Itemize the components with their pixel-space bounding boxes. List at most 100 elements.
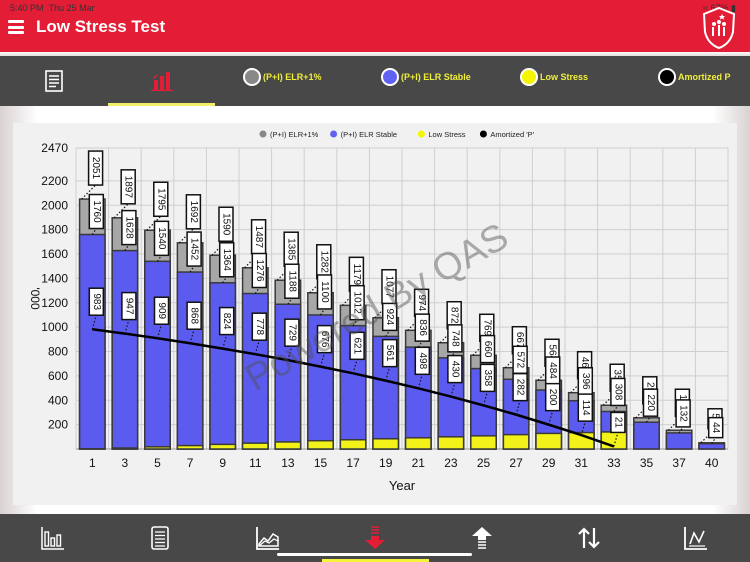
x-tick-label: 21 (412, 456, 426, 470)
x-tick-label: 7 (187, 456, 194, 470)
data-label-elr-stable: 484 (547, 362, 558, 379)
data-label-elr-stable: 1364 (221, 249, 232, 272)
legend-label-elr-stable: (P+I) ELR Stable (401, 72, 471, 82)
data-label-amortized: 358 (482, 370, 493, 387)
arrow-up-icon (472, 527, 492, 549)
data-label-elr-stable: 660 (482, 341, 493, 358)
bar-elr-stable (144, 260, 171, 450)
bar-low-stress (339, 438, 367, 450)
data-label-amortized: 21 (612, 417, 623, 429)
bar-elr-stable (78, 233, 106, 450)
legend-label-low-stress: Low Stress (540, 72, 589, 82)
nav-area-chart[interactable] (248, 520, 288, 556)
data-label-amortized: 498 (417, 352, 428, 369)
tab-report[interactable] (0, 56, 108, 106)
data-label-amortized: 282 (515, 379, 526, 396)
legend-marker (330, 130, 338, 138)
x-tick-label: 19 (379, 456, 393, 470)
arrow-down-icon (365, 526, 385, 549)
bar-low-stress (470, 435, 497, 450)
legend-text: (P+I) ELR+1% (270, 130, 319, 139)
nav-download[interactable] (355, 520, 395, 556)
legend-toggle-elr-plus[interactable]: (P+I) ELR+1% (243, 68, 322, 86)
x-tick-label: 33 (607, 456, 621, 470)
data-label-elr-plus: 872 (449, 307, 460, 324)
legend-toggle-low-stress[interactable]: Low Stress (520, 68, 588, 86)
x-tick-label: 29 (542, 456, 556, 470)
bar-low-stress (209, 443, 237, 450)
data-label-amortized: 778 (254, 318, 265, 335)
data-label-elr-plus: 1795 (155, 188, 166, 211)
x-tick-label: 37 (672, 456, 686, 470)
area-chart-icon (256, 527, 279, 550)
x-tick-label: 17 (346, 456, 360, 470)
bar-low-stress (404, 437, 432, 450)
bar-elr-stable (176, 271, 204, 450)
bar-low-stress (111, 447, 139, 450)
x-tick-label: 13 (281, 456, 295, 470)
nav-bar-chart[interactable] (33, 520, 73, 556)
document-icon (45, 70, 63, 92)
y-tick-label: 800 (48, 345, 68, 359)
x-axis-title: Year (389, 478, 416, 493)
data-label-amortized: 868 (189, 307, 200, 324)
data-label-amortized: 909 (156, 302, 167, 319)
data-label-elr-stable: 1540 (156, 227, 167, 250)
data-label-elr-plus: 1385 (286, 238, 297, 261)
data-label-elr-stable: 132 (678, 405, 689, 422)
data-label-elr-plus: 769 (481, 319, 492, 336)
data-label-elr-plus: 1282 (318, 251, 329, 274)
data-label-elr-stable: 1188 (286, 270, 297, 292)
data-label-elr-plus: 1897 (123, 176, 134, 199)
data-label-elr-plus: 1487 (253, 226, 264, 249)
bar-low-stress (176, 444, 204, 450)
nav-upload[interactable] (462, 520, 502, 556)
bar-low-stress (502, 433, 530, 450)
x-tick-label: 5 (154, 456, 161, 470)
hamburger-icon[interactable] (8, 20, 24, 34)
line-chart-icon (684, 527, 707, 550)
swap-vertical-icon (578, 527, 600, 549)
data-label-elr-stable: 1100 (319, 281, 330, 303)
legend-toggle-elr-stable[interactable]: (P+I) ELR Stable (381, 68, 471, 86)
x-tick-label: 25 (477, 456, 491, 470)
y-tick-label: 2470 (41, 141, 68, 155)
tab-chart[interactable] (108, 56, 215, 106)
x-tick-label: 35 (640, 456, 654, 470)
data-label-amortized: 200 (547, 389, 558, 406)
legend-toggle-amortized[interactable]: Amortized P (658, 68, 731, 86)
bar-elr-stable (633, 421, 660, 450)
data-label-amortized: 114 (580, 400, 591, 416)
nav-line-chart[interactable] (676, 520, 716, 556)
x-tick-label: 31 (575, 456, 589, 470)
home-indicator (277, 553, 472, 556)
legend-dot-gray (243, 68, 261, 86)
bar-low-stress (144, 446, 171, 450)
y-tick-label: 600 (48, 369, 68, 383)
data-label-elr-stable: 44 (710, 422, 721, 434)
nav-swap[interactable] (569, 520, 609, 556)
data-label-elr-stable: 308 (612, 384, 623, 401)
legend-marker (417, 130, 425, 138)
x-tick-label: 15 (314, 456, 328, 470)
bar-elr-stable (111, 249, 139, 450)
data-label-amortized: 983 (91, 293, 102, 310)
y-axis-title: '000 (28, 287, 42, 310)
nav-report[interactable] (140, 520, 180, 556)
y-tick-label: 1000 (41, 320, 68, 334)
y-tick-label: 2000 (41, 198, 68, 212)
legend-dot-yellow (520, 68, 538, 86)
data-label-amortized: 561 (384, 345, 395, 362)
page-title: Low Stress Test (36, 17, 166, 36)
y-tick-label: 1600 (41, 247, 68, 261)
top-tabbar: (P+I) ELR+1% (P+I) ELR Stable Low Stress… (0, 56, 750, 106)
document-icon (151, 526, 169, 550)
x-tick-label: 9 (219, 456, 226, 470)
data-label-elr-stable: 220 (645, 394, 656, 411)
bar-low-stress (274, 441, 302, 450)
data-label-amortized: 947 (123, 298, 134, 315)
y-tick-label: 400 (48, 393, 68, 407)
status-time: 5:40 PM Thu 25 Mar (10, 3, 95, 13)
data-label-elr-stable: 836 (417, 319, 428, 336)
shield-logo-icon (702, 6, 736, 50)
